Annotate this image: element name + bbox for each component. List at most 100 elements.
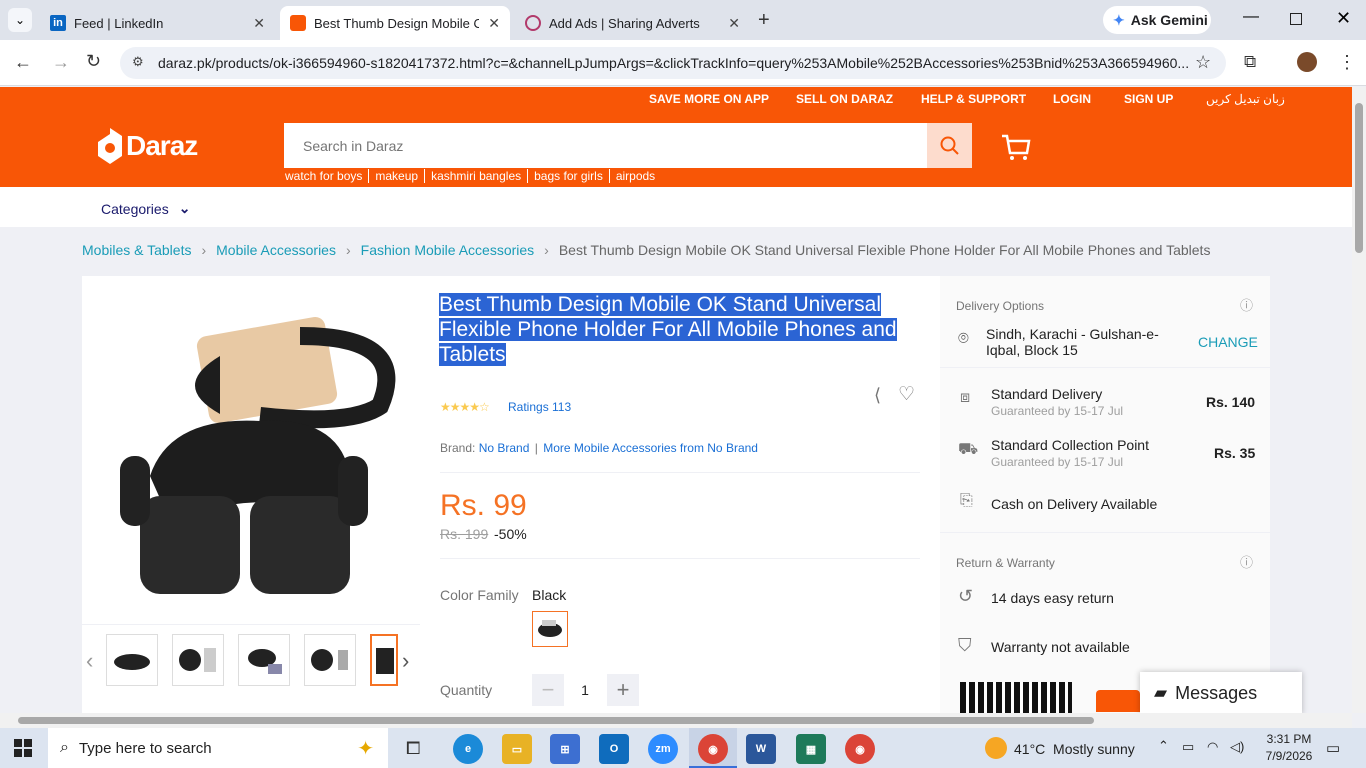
weather-text[interactable]: 41°C Mostly sunny xyxy=(1014,741,1135,757)
image-divider xyxy=(82,624,420,625)
help-support-link[interactable]: HELP & SUPPORT xyxy=(921,92,1026,106)
app-promo-icon xyxy=(1096,690,1140,712)
close-tab-icon[interactable]: ✕ xyxy=(488,15,500,32)
tab-linkedin[interactable]: in Feed | LinkedIn ✕ xyxy=(40,6,275,40)
location-pin-icon: ⌾ xyxy=(958,328,969,348)
hot-search-link[interactable]: bags for girls xyxy=(528,169,610,183)
new-tab-icon[interactable]: + xyxy=(758,9,770,32)
vertical-scrollbar[interactable] xyxy=(1352,87,1366,713)
more-from-brand-link[interactable]: More Mobile Accessories from No Brand xyxy=(543,441,758,455)
breadcrumb-link[interactable]: Mobile Accessories xyxy=(216,242,336,258)
restore-icon[interactable] xyxy=(1290,13,1302,25)
search-box xyxy=(284,123,972,168)
breadcrumb-link[interactable]: Mobiles & Tablets xyxy=(82,242,191,258)
close-window-icon[interactable]: ✕ xyxy=(1336,8,1351,29)
site-info-icon[interactable]: ⚙ xyxy=(132,54,144,70)
product-thumbnail[interactable] xyxy=(172,634,224,686)
categories-dropdown[interactable]: Categories ⌄ xyxy=(101,200,190,217)
word-icon[interactable]: W xyxy=(746,734,776,764)
signup-link[interactable]: SIGN UP xyxy=(1124,92,1173,106)
color-swatch-black[interactable] xyxy=(532,611,568,647)
product-thumbnail[interactable] xyxy=(106,634,158,686)
return-14-days-icon: ↺ xyxy=(958,586,974,606)
profile-avatar[interactable] xyxy=(1297,52,1317,72)
quantity-input[interactable]: 1 xyxy=(572,682,598,698)
ask-gemini-button[interactable]: ✦ Ask Gemini xyxy=(1103,6,1211,34)
adverts-favicon-icon xyxy=(525,15,541,31)
delivery-option-name: Standard Collection Point xyxy=(991,437,1149,453)
product-main-image[interactable] xyxy=(110,296,410,602)
delivery-options-heading: Delivery Options xyxy=(956,299,1045,313)
back-icon[interactable]: ← xyxy=(14,52,32,73)
quantity-label: Quantity xyxy=(440,682,493,698)
delivery-option-price: Rs. 140 xyxy=(1206,394,1256,410)
quantity-decrease-button[interactable]: − xyxy=(532,674,564,706)
windows-start-icon[interactable] xyxy=(14,739,32,762)
extensions-icon[interactable]: ⧉ xyxy=(1244,52,1256,72)
thumbs-prev-icon[interactable]: ‹ xyxy=(86,648,93,674)
hot-search-link[interactable]: makeup xyxy=(369,169,426,183)
product-thumbnail[interactable] xyxy=(238,634,290,686)
breadcrumb-link[interactable]: Fashion Mobile Accessories xyxy=(361,242,535,258)
tab-title: Add Ads | Sharing Adverts xyxy=(549,15,700,31)
wifi-icon[interactable]: ◠ xyxy=(1207,739,1218,755)
battery-icon[interactable]: ▭ xyxy=(1182,739,1194,755)
minimize-icon[interactable]: — xyxy=(1243,8,1259,26)
notifications-icon[interactable]: ▭ xyxy=(1326,739,1340,757)
hot-search-link[interactable]: watch for boys xyxy=(285,169,370,183)
edge-icon[interactable]: e xyxy=(453,734,483,764)
ratings-link[interactable]: Ratings 113 xyxy=(508,400,571,414)
language-switch-link[interactable]: زبان تبدیل کریں xyxy=(1206,92,1285,106)
thumbs-next-icon[interactable]: › xyxy=(402,648,409,674)
microsoft-store-icon[interactable]: ⊞ xyxy=(550,734,580,764)
show-hidden-icons-icon[interactable]: ⌃ xyxy=(1158,738,1169,754)
clock[interactable]: 3:31 PM 7/9/2026 xyxy=(1258,731,1320,765)
tab-sharing-adverts[interactable]: Add Ads | Sharing Adverts ✕ xyxy=(515,6,750,40)
close-tab-icon[interactable]: ✕ xyxy=(728,15,740,32)
reload-icon[interactable]: ↻ xyxy=(86,51,101,72)
cart-icon[interactable] xyxy=(1001,134,1031,167)
save-more-on-app-link[interactable]: SAVE MORE ON APP xyxy=(649,92,769,106)
tab-search-icon[interactable]: ⌄ xyxy=(8,8,32,32)
tab-title: Feed | LinkedIn xyxy=(74,15,164,31)
hot-search-link[interactable]: kashmiri bangles xyxy=(425,169,529,183)
product-thumbnail[interactable] xyxy=(304,634,356,686)
task-view-icon[interactable]: ⧠ xyxy=(406,738,420,759)
search-button[interactable] xyxy=(927,123,972,168)
truck-icon: ⛟ xyxy=(958,441,979,458)
volume-icon[interactable]: ◁) xyxy=(1230,739,1244,755)
product-thumbnail-selected[interactable] xyxy=(370,634,398,686)
address-bar[interactable]: ⚙ daraz.pk/products/ok-i366594960-s18204… xyxy=(120,47,1226,79)
zoom-icon[interactable]: zm xyxy=(648,734,678,764)
login-link[interactable]: LOGIN xyxy=(1053,92,1091,106)
brand-link[interactable]: No Brand xyxy=(479,441,530,455)
wishlist-heart-icon[interactable]: ♡ xyxy=(898,383,915,406)
chrome-icon[interactable]: ◉ xyxy=(698,734,728,764)
scrollbar-thumb[interactable] xyxy=(1355,103,1363,253)
gemini-icon: ✦ xyxy=(1113,11,1125,28)
change-location-link[interactable]: CHANGE xyxy=(1198,334,1258,350)
original-price: Rs. 199 xyxy=(440,526,489,542)
scrollbar-thumb[interactable] xyxy=(18,717,1094,724)
info-icon[interactable]: ⓘ xyxy=(1240,295,1253,314)
horizontal-scrollbar[interactable] xyxy=(0,713,1352,728)
messages-button[interactable]: ▰ Messages xyxy=(1140,672,1302,714)
file-explorer-icon[interactable]: ▭ xyxy=(502,734,532,764)
info-icon[interactable]: ⓘ xyxy=(1240,552,1253,571)
quantity-increase-button[interactable]: + xyxy=(607,674,639,706)
outlook-icon[interactable]: O xyxy=(599,734,629,764)
taskbar-search-box[interactable]: ⌕ Type here to search ✦ xyxy=(48,728,388,768)
close-tab-icon[interactable]: ✕ xyxy=(253,15,265,32)
forward-icon[interactable]: → xyxy=(52,52,70,73)
bookmark-star-icon[interactable]: ☆ xyxy=(1195,52,1211,73)
menu-dots-icon[interactable]: ⋮ xyxy=(1338,52,1356,73)
daraz-logo[interactable]: Daraz xyxy=(98,128,198,164)
share-icon[interactable]: ⟨ xyxy=(874,385,881,406)
chrome-profile-icon[interactable]: ◉ xyxy=(845,734,875,764)
delivery-location: Sindh, Karachi - Gulshan-e-Iqbal, Block … xyxy=(986,326,1159,358)
search-input[interactable] xyxy=(284,123,924,168)
tab-daraz[interactable]: Best Thumb Design Mobile OK ✕ xyxy=(280,6,510,40)
calendar-app-icon[interactable]: ▦ xyxy=(796,734,826,764)
hot-search-link[interactable]: airpods xyxy=(610,169,661,183)
sell-on-daraz-link[interactable]: SELL ON DARAZ xyxy=(796,92,893,106)
